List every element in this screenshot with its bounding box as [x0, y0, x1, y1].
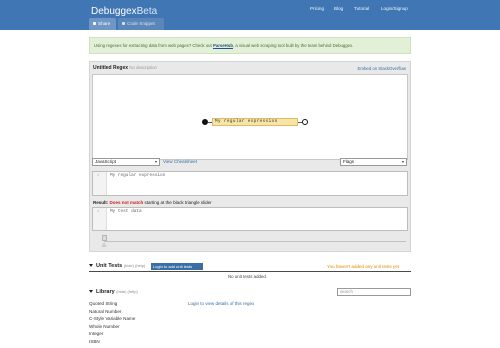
regex-editor-text[interactable]: My regular expression	[110, 173, 165, 178]
top-bar: DebuggexBeta Pricing Blog Tutorial Login…	[0, 0, 500, 30]
flags-select-value: Flags	[343, 159, 355, 164]
embed-stackoverflow-link[interactable]: Embed on StackOverflow	[358, 66, 406, 71]
test-editor-gutter: 1	[93, 208, 107, 230]
share-tab-label: Share	[98, 21, 111, 26]
result-suffix: starting at the black triangle slider	[143, 200, 212, 205]
library-list: Quoted String Natural Number C-Style Var…	[89, 300, 135, 345]
library-item[interactable]: Quoted String	[89, 300, 135, 308]
library-item[interactable]: C-Style Variable Name	[89, 315, 135, 323]
brand-logo[interactable]: DebuggexBeta	[91, 6, 157, 17]
share-icon	[93, 22, 96, 26]
code-snippet-tab-label: Code Snippet	[127, 21, 155, 26]
railroad-diagram: My regular expression	[92, 74, 408, 160]
library-item[interactable]: Integer	[89, 330, 135, 338]
nav-blog[interactable]: Blog	[334, 6, 343, 11]
collapse-triangle-icon[interactable]	[89, 290, 93, 294]
line-number: 1	[97, 210, 100, 214]
brand-beta: Beta	[136, 6, 158, 17]
nav-tutorial[interactable]: Tutorial	[354, 6, 369, 11]
nav-pricing[interactable]: Pricing	[310, 6, 324, 11]
chevron-down-icon	[155, 161, 157, 163]
regex-title[interactable]: Untitled Regex	[93, 65, 128, 71]
regex-editor-gutter: 1	[93, 172, 107, 195]
regex-description[interactable]: No description	[129, 65, 156, 70]
triangle-slider-icon[interactable]	[101, 242, 107, 247]
regex-panel: Untitled Regex No description Embed on S…	[89, 61, 411, 252]
flags-select[interactable]: Flags	[340, 158, 407, 166]
no-unit-tests-text: No unit tests added.	[228, 274, 268, 279]
unit-tests-header[interactable]: Unit Tests (hide) (help)	[89, 263, 145, 269]
add-unit-tests-button[interactable]: Login to add unit tests	[151, 263, 203, 270]
chevron-down-icon	[402, 161, 404, 163]
library-help[interactable]: (hide) (help)	[116, 289, 138, 294]
share-tab[interactable]: Share	[89, 18, 116, 30]
library-title: Library	[96, 289, 115, 295]
nav-login-signup[interactable]: Login/Signup	[381, 6, 408, 11]
unit-tests-title: Unit Tests	[96, 263, 123, 269]
flavor-select[interactable]: JavaScript	[92, 158, 160, 166]
promo-text-after: , a visual web scraping tool built by th…	[233, 43, 354, 48]
promo-text-before: Using regexes for extracting data from w…	[94, 43, 213, 48]
flavor-select-value: JavaScript	[95, 159, 117, 164]
result-status: Does not match	[109, 200, 144, 205]
brand-name: Debuggex	[91, 6, 137, 17]
match-result: Result: Does not match starting at the b…	[93, 200, 212, 205]
code-icon	[122, 22, 125, 26]
unit-tests-divider	[89, 271, 411, 272]
promo-parsehub-link[interactable]: ParseHub	[213, 43, 233, 48]
view-cheatsheet-link[interactable]: View Cheatsheet	[163, 159, 197, 164]
library-item[interactable]: Whole Number	[89, 323, 135, 331]
railroad-literal-box: My regular expression	[212, 118, 298, 126]
regex-editor[interactable]: 1 My regular expression	[92, 171, 408, 196]
library-search-input[interactable]: search	[337, 288, 411, 296]
regex-title-bar: Untitled Regex No description	[93, 65, 157, 71]
line-number: 1	[97, 174, 100, 178]
library-header[interactable]: Library (hide) (help)	[89, 289, 138, 295]
library-item[interactable]: Natural Number	[89, 308, 135, 316]
result-label: Result:	[93, 200, 109, 205]
code-snippet-tab[interactable]: Code Snippet	[118, 18, 164, 30]
no-unit-tests-warning: You haven't added any unit tests yet	[327, 264, 399, 269]
test-editor-text[interactable]: My test data	[110, 209, 142, 214]
collapse-triangle-icon[interactable]	[89, 264, 93, 268]
railroad-end-node	[302, 119, 308, 125]
library-login-hint[interactable]: Login to view details of this regex	[188, 301, 254, 306]
library-item[interactable]: ISBN	[89, 338, 135, 346]
test-string-editor[interactable]: 1 My test data	[92, 207, 408, 231]
promo-banner: Using regexes for extracting data from w…	[89, 37, 411, 54]
unit-tests-help[interactable]: (hide) (help)	[124, 263, 146, 268]
start-slider-track[interactable]	[104, 241, 406, 242]
